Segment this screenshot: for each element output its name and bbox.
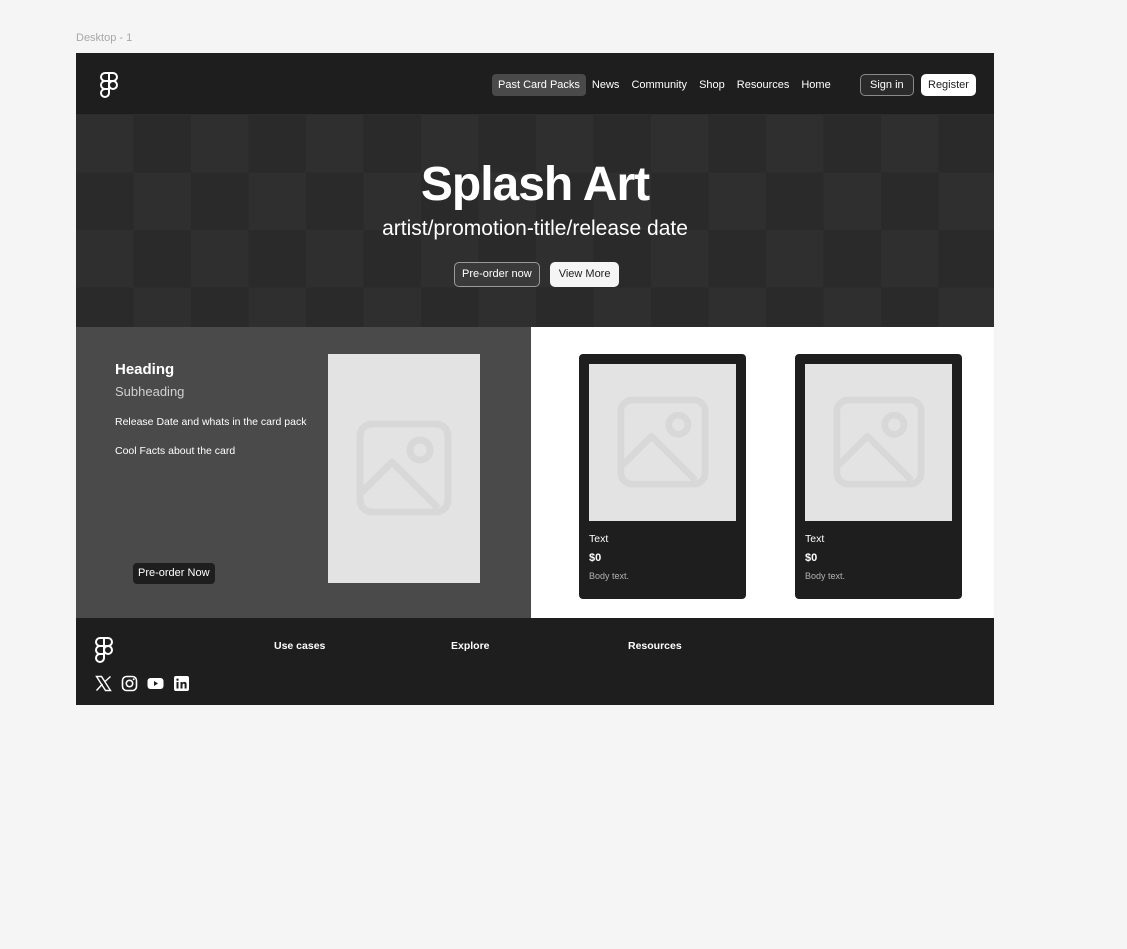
product-price: $0	[589, 552, 602, 564]
feature-subheading: Subheading	[115, 384, 185, 399]
product-title: Text	[589, 533, 609, 545]
product-body: Body text.	[589, 571, 630, 581]
footer-col-explore[interactable]: Explore	[451, 640, 490, 652]
feature-facts-text: Cool Facts about the card	[115, 445, 236, 457]
nav-link-community[interactable]: Community	[625, 74, 693, 96]
register-button[interactable]: Register	[921, 74, 976, 96]
view-more-button[interactable]: View More	[549, 262, 620, 287]
feature-panel: Heading Subheading Release Date and what…	[76, 327, 531, 618]
social-links	[95, 675, 199, 692]
top-navbar: Past Card Packs News Community Shop Reso…	[76, 53, 994, 115]
nav-links: Past Card Packs News Community Shop Reso…	[492, 74, 837, 96]
preorder-now-button[interactable]: Pre-order now	[454, 262, 540, 287]
footer: Use cases Explore Resources	[76, 618, 994, 705]
image-placeholder-icon	[356, 420, 452, 516]
hero-banner: Splash Art artist/promotion-title/releas…	[76, 115, 994, 327]
feature-release-text: Release Date and whats in the card pack	[115, 416, 307, 428]
feature-preorder-button[interactable]: Pre-order Now	[133, 563, 215, 584]
product-image	[805, 364, 952, 521]
nav-link-resources[interactable]: Resources	[731, 74, 796, 96]
desktop-frame: Past Card Packs News Community Shop Reso…	[76, 53, 994, 705]
product-card[interactable]: Text $0 Body text.	[579, 354, 746, 599]
footer-col-use-cases[interactable]: Use cases	[274, 640, 325, 652]
footer-col-resources[interactable]: Resources	[628, 640, 682, 652]
figma-logo-icon[interactable]	[100, 72, 118, 98]
nav-link-home[interactable]: Home	[795, 74, 836, 96]
product-body: Body text.	[805, 571, 846, 581]
product-card[interactable]: Text $0 Body text.	[795, 354, 962, 599]
x-twitter-icon[interactable]	[95, 675, 112, 692]
product-price: $0	[805, 552, 818, 564]
hero-title: Splash Art	[420, 158, 650, 211]
nav-link-past-card-packs[interactable]: Past Card Packs	[492, 74, 586, 96]
figma-logo-icon[interactable]	[95, 637, 113, 663]
sign-in-button[interactable]: Sign in	[860, 74, 914, 96]
image-placeholder-icon	[833, 396, 925, 488]
linkedin-icon[interactable]	[173, 675, 190, 692]
product-title: Text	[805, 533, 825, 545]
instagram-icon[interactable]	[121, 675, 138, 692]
image-placeholder-icon	[617, 396, 709, 488]
youtube-icon[interactable]	[147, 675, 164, 692]
feature-heading: Heading	[115, 361, 175, 378]
nav-link-news[interactable]: News	[586, 74, 626, 96]
hero-actions: Pre-order now View More	[454, 262, 620, 287]
hero-subtitle: artist/promotion-title/release date	[382, 217, 688, 240]
feature-image	[328, 354, 480, 583]
product-image	[589, 364, 736, 521]
product-grid: Text $0 Body text. Text $0 Body text.	[531, 327, 994, 618]
nav-link-shop[interactable]: Shop	[693, 74, 731, 96]
frame-label: Desktop - 1	[76, 32, 133, 44]
